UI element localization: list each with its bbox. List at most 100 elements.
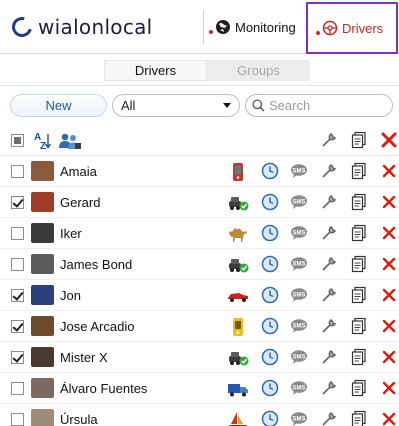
nav-drivers[interactable]: Drivers [306, 2, 398, 54]
driver-row[interactable]: James Bond SMS [0, 249, 399, 280]
row-checkbox[interactable] [11, 289, 24, 302]
row-checkbox[interactable] [11, 320, 24, 333]
driver-row[interactable]: Amaia SMS [0, 156, 399, 187]
driver-row[interactable]: Jose Arcadio SMS [0, 311, 399, 342]
wialon-logo[interactable]: wialonlocal [8, 11, 153, 43]
sms-icon[interactable]: SMS [290, 317, 308, 335]
boat-icon[interactable] [227, 410, 249, 426]
clock-icon[interactable] [261, 224, 279, 242]
row-checkbox[interactable] [11, 258, 24, 271]
document-icon[interactable] [350, 286, 368, 304]
row-checkbox[interactable] [11, 382, 24, 395]
tab-bar: Drivers Groups [0, 55, 399, 86]
driver-row[interactable]: Iker SMS [0, 218, 399, 249]
driver-row[interactable]: Jon SMS [0, 280, 399, 311]
clock-icon[interactable] [261, 317, 279, 335]
row-checkbox[interactable] [11, 196, 24, 209]
truck-icon[interactable] [227, 379, 249, 399]
group-users-icon[interactable] [58, 132, 82, 150]
search-box[interactable] [245, 94, 393, 117]
driver-name[interactable]: Gerard [60, 195, 100, 210]
nav-monitoring[interactable]: Monitoring [207, 6, 305, 48]
clock-icon[interactable] [261, 286, 279, 304]
sms-icon[interactable]: SMS [290, 162, 308, 180]
clock-icon[interactable] [261, 162, 279, 180]
camel-icon[interactable] [227, 224, 249, 244]
delete-icon[interactable] [380, 317, 398, 335]
driver-name[interactable]: Jon [60, 288, 81, 303]
driver-name[interactable]: James Bond [60, 257, 132, 272]
document-icon[interactable] [350, 255, 368, 273]
wrench-icon[interactable] [320, 255, 338, 273]
wrench-icon[interactable] [320, 162, 338, 180]
driver-name[interactable]: Úrsula [60, 412, 98, 426]
row-checkbox[interactable] [11, 351, 24, 364]
row-checkbox[interactable] [11, 227, 24, 240]
document-icon[interactable] [350, 224, 368, 242]
car-check-icon[interactable] [227, 348, 249, 368]
sms-icon[interactable]: SMS [290, 224, 308, 242]
driver-row[interactable]: Gerard SMS [0, 187, 399, 218]
clock-icon[interactable] [261, 410, 279, 426]
delete-icon[interactable] [380, 286, 398, 304]
driver-avatar [31, 223, 54, 243]
driver-name[interactable]: Jose Arcadio [60, 319, 134, 334]
wrench-icon[interactable] [320, 224, 338, 242]
document-icon[interactable] [350, 379, 368, 397]
clock-icon[interactable] [261, 255, 279, 273]
svg-text:SMS: SMS [292, 323, 305, 329]
app-header: wialonlocal Monitoring Drivers [0, 0, 399, 54]
driver-name[interactable]: Mister X [60, 350, 108, 365]
driver-name[interactable]: Amaia [60, 164, 97, 179]
sms-icon[interactable]: SMS [290, 348, 308, 366]
wrench-icon[interactable] [320, 410, 338, 426]
sms-icon[interactable]: SMS [290, 410, 308, 426]
filter-select[interactable]: All [112, 94, 240, 117]
delete-icon[interactable] [380, 131, 398, 149]
wrench-icon[interactable] [320, 379, 338, 397]
document-icon[interactable] [350, 193, 368, 211]
document-icon[interactable] [350, 131, 368, 149]
document-icon[interactable] [350, 410, 368, 426]
document-icon[interactable] [350, 162, 368, 180]
sms-icon[interactable]: SMS [290, 193, 308, 211]
sms-icon[interactable]: SMS [290, 379, 308, 397]
sort-az-icon[interactable]: A Z [34, 131, 52, 151]
wrench-icon[interactable] [320, 348, 338, 366]
tab-groups[interactable]: Groups [207, 60, 310, 81]
wrench-icon[interactable] [320, 286, 338, 304]
sms-icon[interactable]: SMS [290, 255, 308, 273]
driver-name[interactable]: Iker [60, 226, 82, 241]
red-car-icon[interactable] [227, 286, 249, 306]
sms-icon[interactable]: SMS [290, 286, 308, 304]
driver-name[interactable]: Álvaro Fuentes [60, 381, 147, 396]
document-icon[interactable] [350, 348, 368, 366]
delete-icon[interactable] [380, 224, 398, 242]
row-checkbox[interactable] [11, 413, 24, 426]
wrench-icon[interactable] [320, 317, 338, 335]
new-button[interactable]: New [10, 94, 107, 117]
yellow-phone-icon[interactable] [227, 317, 249, 337]
delete-icon[interactable] [380, 193, 398, 211]
row-checkbox[interactable] [11, 165, 24, 178]
driver-row[interactable]: Mister X SMS [0, 342, 399, 373]
delete-icon[interactable] [380, 379, 398, 397]
delete-icon[interactable] [380, 162, 398, 180]
delete-icon[interactable] [380, 255, 398, 273]
clock-icon[interactable] [261, 379, 279, 397]
clock-icon[interactable] [261, 193, 279, 211]
delete-icon[interactable] [380, 348, 398, 366]
wrench-icon[interactable] [320, 131, 338, 149]
tab-drivers[interactable]: Drivers [104, 60, 207, 81]
car-check-icon[interactable] [227, 255, 249, 275]
clock-icon[interactable] [261, 348, 279, 366]
document-icon[interactable] [350, 317, 368, 335]
driver-row[interactable]: Úrsula SMS [0, 404, 399, 426]
car-check-icon[interactable] [227, 193, 249, 213]
search-input[interactable] [269, 98, 389, 113]
driver-row[interactable]: Álvaro Fuentes SMS [0, 373, 399, 404]
select-all-checkbox[interactable] [11, 134, 24, 147]
phone-icon[interactable] [227, 162, 249, 182]
wrench-icon[interactable] [320, 193, 338, 211]
delete-icon[interactable] [380, 410, 398, 426]
